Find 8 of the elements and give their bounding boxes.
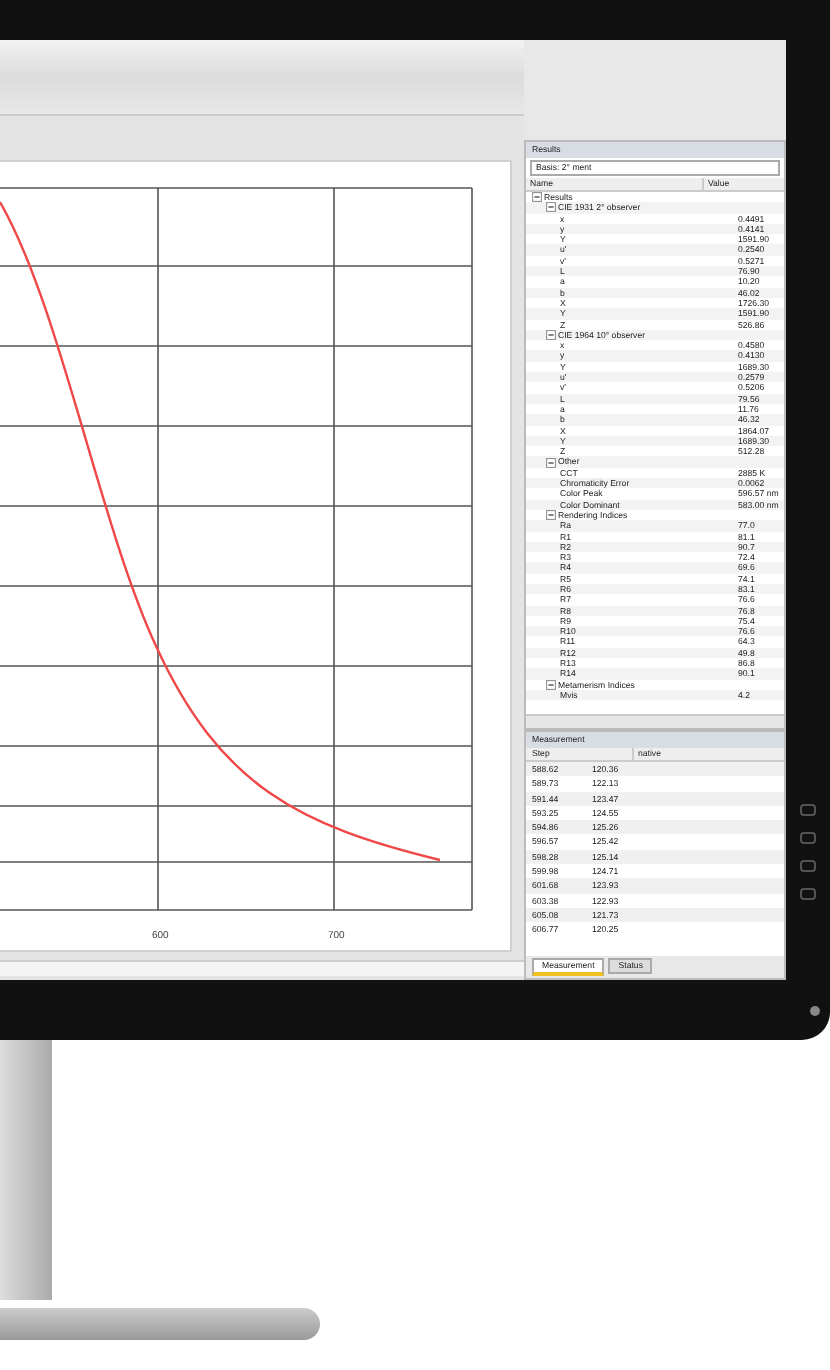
expander-icon[interactable] <box>532 192 542 203</box>
expander-icon[interactable] <box>546 679 556 690</box>
expander-icon[interactable] <box>546 457 556 468</box>
expander-icon[interactable] <box>546 330 556 340</box>
expander-icon[interactable] <box>546 510 556 521</box>
scrollbar[interactable] <box>526 714 784 728</box>
expander-icon[interactable] <box>546 202 556 213</box>
power-button[interactable] <box>810 1005 820 1015</box>
